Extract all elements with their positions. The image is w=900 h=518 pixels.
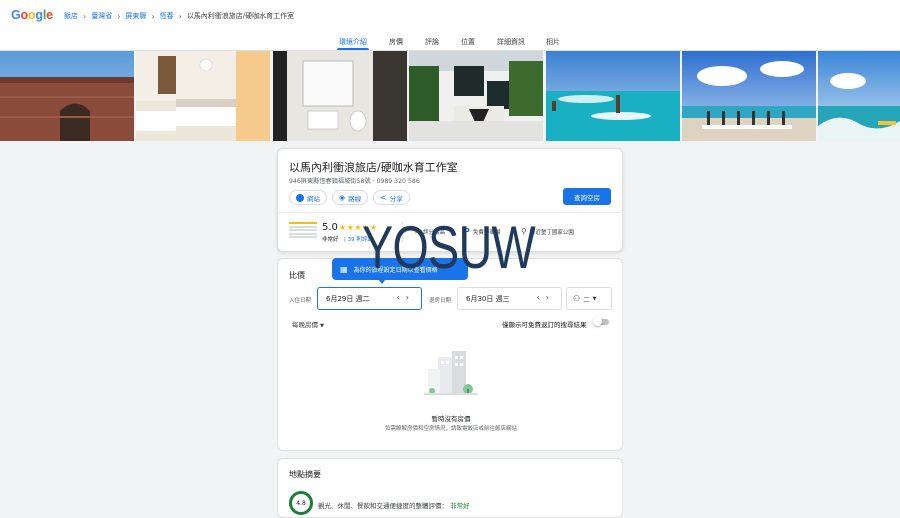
no-prices-illustration-icon (424, 351, 478, 395)
guests-value: 二 (583, 295, 590, 304)
website-label: 網站 (307, 194, 320, 203)
amenity-label: 鄰近墾丁國家公園 (529, 229, 574, 236)
directions-label: 路線 (348, 194, 362, 203)
photo-old-wall[interactable] (0, 51, 134, 141)
rating-histogram (289, 222, 317, 240)
hotel-address: 946屏東縣恆春鎮福城街58號 · 0989 320 586 (289, 178, 420, 185)
tab-overview[interactable]: 環境介紹 (339, 37, 367, 47)
location-score: 4.8 (289, 491, 313, 515)
photo-bathroom[interactable] (273, 51, 407, 141)
checkin-label: 入住日期 (289, 298, 312, 304)
person-icon: ⚇ (573, 294, 581, 303)
no-prices-subtitle: 如需瞭解房價和空房情況，請致電飯店或前往飯店網站 (384, 426, 517, 432)
location-summary-title: 地點摘要 (289, 470, 321, 479)
price-section-title: 比價 (289, 271, 305, 280)
date-nav-arrows[interactable]: ‹› (537, 293, 555, 302)
chevron-right-icon: › (178, 11, 182, 21)
tab-prices[interactable]: 房價 (389, 37, 403, 47)
tab-location[interactable]: 位置 (461, 37, 475, 47)
per-night-dropdown[interactable]: 每晚房價 ▼ (292, 319, 324, 329)
location-description: 觀光、休閒、餐飲和交通便捷度的整體評價： (318, 502, 448, 510)
photo-storefront[interactable] (409, 51, 543, 141)
directions-button[interactable]: ◈ 路線 (332, 190, 369, 205)
photo-bedroom[interactable] (136, 51, 270, 141)
photo-surfing[interactable] (818, 51, 900, 141)
location-verdict: 非常好 (450, 502, 470, 510)
tab-details[interactable]: 詳細資訊 (497, 37, 525, 47)
location-summary-text: 觀光、休閒、餐飲和交通便捷度的整體評價： 非常好 (318, 500, 470, 510)
free-cancel-toggle[interactable] (593, 317, 609, 326)
breadcrumb-town[interactable]: 恆春 (160, 11, 174, 21)
breadcrumb-current: 以馬內利衝浪旅店/硬咖水育工作室 (186, 12, 295, 20)
top-bar: Google 飯店 › 臺灣省 › 屏東縣 › 恆春 › 以馬內利衝浪旅店/硬咖… (0, 0, 900, 32)
watermark-text: YOSUW (362, 214, 536, 281)
hotel-name: 以馬內利衝浪旅店/硬咖水育工作室 (289, 161, 458, 174)
share-button[interactable]: < 分享 (373, 190, 410, 205)
tab-photos[interactable]: 相片 (546, 37, 560, 47)
calendar-icon: ▦ (340, 264, 348, 274)
check-availability-button[interactable]: 查詢空房 (563, 188, 611, 205)
date-nav-arrows[interactable]: ‹› (397, 293, 415, 302)
photo-strip (0, 51, 900, 141)
checkout-value: 6月30日 週三 (466, 294, 510, 303)
breadcrumb-hotels[interactable]: 飯店 (64, 11, 78, 21)
chevron-right-icon: › (151, 11, 155, 21)
photo-beach-group[interactable] (682, 51, 816, 141)
breadcrumb-province[interactable]: 臺灣省 (91, 11, 112, 21)
share-label: 分享 (389, 194, 403, 203)
active-tab-indicator (337, 48, 369, 50)
price-comparison-card: 比價 入住日期 6月29日 週二 ‹› 退房日期 6月30日 週三 ‹› ⚇ 二… (277, 258, 623, 451)
rating-word: 非常好 (322, 237, 339, 243)
google-logo[interactable]: Google (11, 8, 53, 22)
breadcrumb-county[interactable]: 屏東縣 (125, 11, 146, 21)
guests-selector[interactable]: ⚇ 二 ▼ (566, 287, 612, 310)
globe-icon (296, 193, 304, 202)
caret-down-icon: ▼ (320, 323, 324, 329)
share-icon: < (380, 193, 387, 202)
card-divider (278, 212, 624, 213)
website-button[interactable]: 網站 (289, 190, 327, 205)
per-night-label: 每晚房價 (292, 321, 318, 329)
free-cancel-toggle-label: 僅顯示可免費退訂的搜尋結果 (502, 321, 587, 329)
breadcrumb: 飯店 › 臺灣省 › 屏東縣 › 恆春 › 以馬內利衝浪旅店/硬咖水育工作室 (64, 11, 294, 21)
chevron-right-icon: › (117, 11, 121, 21)
checkout-date-field[interactable]: 6月30日 週三 ‹› (457, 287, 562, 310)
location-summary-card: 地點摘要 4.8 觀光、休閒、餐飲和交通便捷度的整體評價： 非常好 (277, 458, 623, 518)
directions-icon: ◈ (339, 193, 346, 202)
chevron-right-icon: › (83, 11, 87, 21)
checkin-date-field[interactable]: 6月29日 週二 ‹› (317, 287, 422, 310)
checkin-value: 6月29日 週二 (326, 294, 370, 303)
caret-down-icon: ▼ (592, 295, 597, 302)
rating-score: 5.0 (322, 222, 338, 233)
section-tabs: 環境介紹 房價 評論 位置 詳細資訊 相片 (0, 32, 900, 51)
checkout-label: 退房日期 (429, 298, 452, 304)
tab-reviews[interactable]: 評論 (425, 37, 439, 47)
photo-surf-lesson[interactable] (546, 51, 680, 141)
no-prices-title: 暫時沒有房價 (431, 415, 471, 423)
